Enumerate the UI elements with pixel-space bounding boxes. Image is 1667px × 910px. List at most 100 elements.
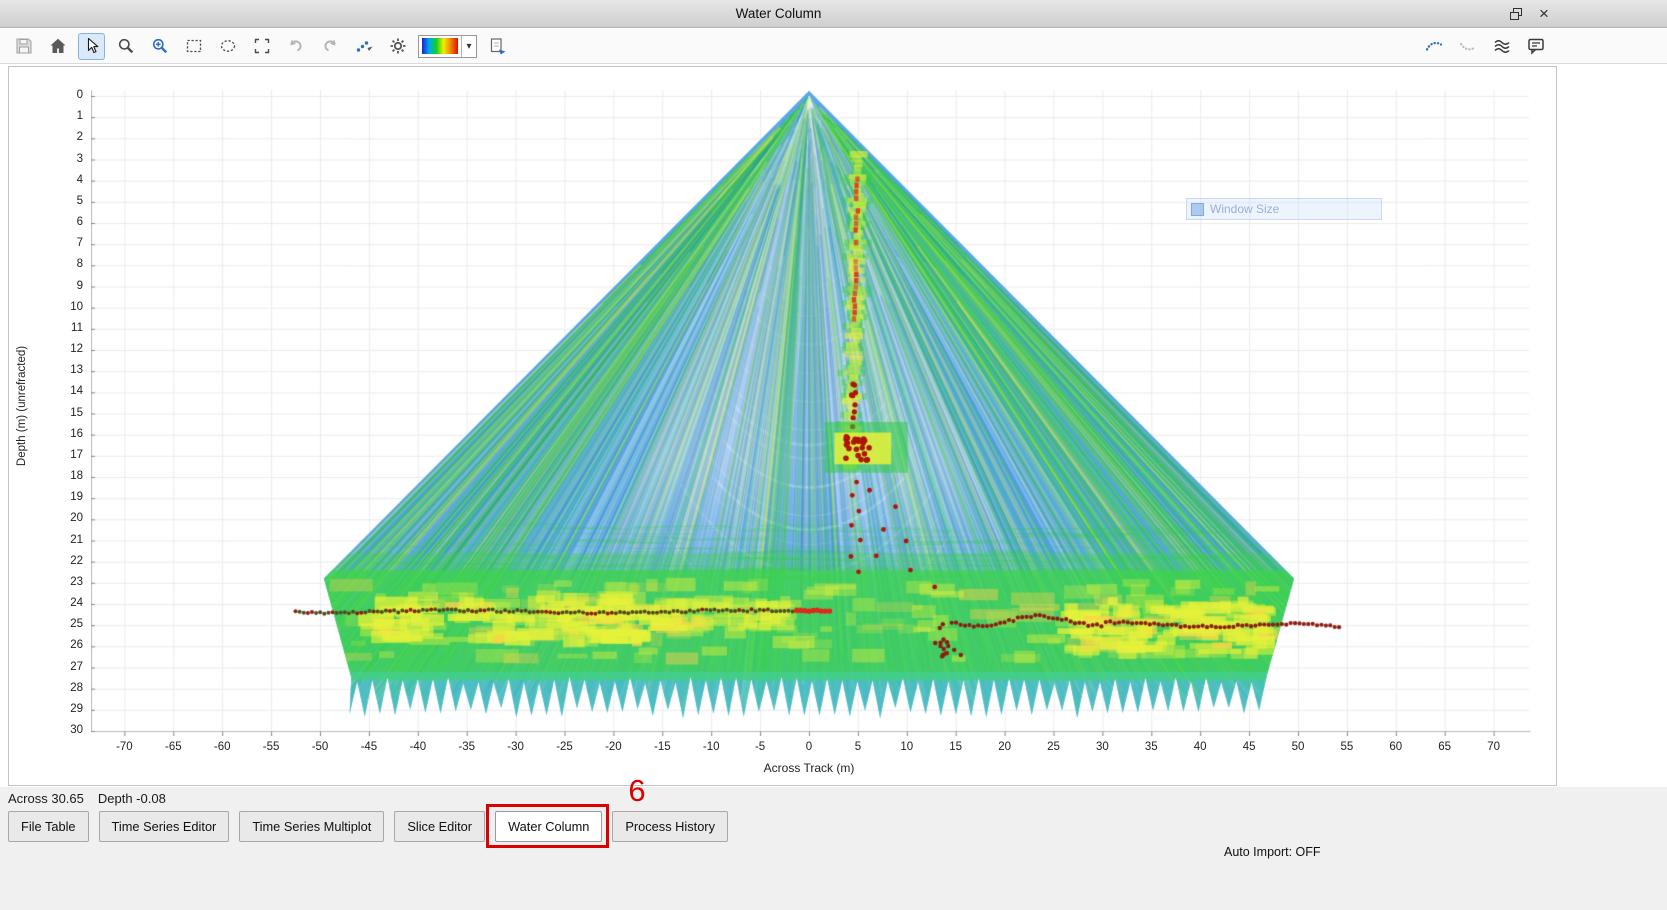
y-tick-label: 5 <box>27 195 83 209</box>
y-tick-label: 3 <box>27 153 83 167</box>
y-tick-label: 13 <box>27 364 83 378</box>
y-tick-label: 14 <box>27 385 83 399</box>
y-tick-label: 18 <box>27 470 83 484</box>
zoom-in-icon <box>150 36 170 56</box>
comment-button[interactable] <box>1522 33 1549 60</box>
x-tick-label: 40 <box>1178 741 1222 753</box>
ping-points-button[interactable] <box>350 33 377 60</box>
x-tick-label: -5 <box>738 741 782 753</box>
y-tick-label: 19 <box>27 491 83 505</box>
y-tick-label: 10 <box>27 301 83 315</box>
y-tick-label: 22 <box>27 555 83 569</box>
zoom-icon <box>116 36 136 56</box>
x-tick-label: 10 <box>885 741 929 753</box>
tab-file-table[interactable]: File Table <box>8 811 89 842</box>
y-tick-label: 9 <box>27 280 83 294</box>
dotted-line-icon <box>1424 36 1444 56</box>
y-tick-label: 16 <box>27 428 83 442</box>
overlay-hint: Window Size <box>1186 198 1382 220</box>
save-button <box>10 33 37 60</box>
chevron-down-icon[interactable]: ▾ <box>461 36 476 57</box>
close-icon[interactable]: × <box>1533 3 1555 24</box>
x-tick-label: -45 <box>347 741 391 753</box>
zoom-button[interactable] <box>112 33 139 60</box>
x-tick-label: 15 <box>934 741 978 753</box>
select-corners-button[interactable] <box>248 33 275 60</box>
cursor-icon <box>82 36 102 56</box>
select-corners-icon <box>252 36 272 56</box>
x-tick-label: -25 <box>543 741 587 753</box>
x-tick-label: 5 <box>836 741 880 753</box>
waves-button[interactable] <box>1488 33 1515 60</box>
undo-button <box>282 33 309 60</box>
y-tick-label: 28 <box>27 682 83 696</box>
save-icon <box>14 36 34 56</box>
tab-time-series-editor[interactable]: Time Series Editor <box>99 811 230 842</box>
tab-process-history[interactable]: Process History <box>612 811 728 842</box>
x-tick-label: 65 <box>1423 741 1467 753</box>
overlay-hint-icon <box>1191 203 1204 216</box>
cursor-button[interactable] <box>78 33 105 60</box>
redo-icon <box>320 36 340 56</box>
x-tick-label: -15 <box>640 741 684 753</box>
y-tick-label: 30 <box>27 724 83 738</box>
select-rect-icon <box>184 36 204 56</box>
y-tick-label: 21 <box>27 534 83 548</box>
x-tick-label: 60 <box>1374 741 1418 753</box>
select-rect-button[interactable] <box>180 33 207 60</box>
export-image-icon <box>488 36 508 56</box>
y-tick-label: 20 <box>27 512 83 526</box>
x-tick-label: 45 <box>1227 741 1271 753</box>
annotation-step-number: 6 <box>628 773 645 809</box>
x-tick-label: 25 <box>1032 741 1076 753</box>
window-controls: × <box>1505 3 1555 24</box>
x-tick-label: 20 <box>983 741 1027 753</box>
x-axis-label: Across Track (m) <box>659 761 959 775</box>
toolbar-right-group <box>1420 33 1549 60</box>
settings-gear-button[interactable] <box>384 33 411 60</box>
x-tick-label: 0 <box>787 741 831 753</box>
ping-points-icon <box>354 36 374 56</box>
y-tick-label: 11 <box>27 322 83 336</box>
annotation-highlight-box <box>486 804 609 848</box>
x-tick-label: -30 <box>494 741 538 753</box>
y-tick-label: 27 <box>27 661 83 675</box>
x-tick-label: 35 <box>1129 741 1173 753</box>
tab-bar: File Table Time Series Editor Time Series … <box>8 811 728 842</box>
undo-icon <box>286 36 306 56</box>
redo-button <box>316 33 343 60</box>
y-tick-label: 24 <box>27 597 83 611</box>
y-tick-label: 7 <box>27 237 83 251</box>
select-lasso-icon <box>218 36 238 56</box>
y-tick-label: 1 <box>27 110 83 124</box>
waves-icon <box>1492 36 1512 56</box>
float-window-icon[interactable] <box>1505 3 1527 24</box>
x-tick-label: -40 <box>396 741 440 753</box>
x-tick-label: -65 <box>151 741 195 753</box>
restore-icon <box>1507 5 1525 23</box>
zoom-in-button[interactable] <box>146 33 173 60</box>
export-image-button[interactable] <box>484 33 511 60</box>
tab-time-series-multiplot[interactable]: Time Series Multiplot <box>239 811 384 842</box>
bottom-panel: Across 30.65 Depth -0.08 File Table Time … <box>0 787 1667 910</box>
home-icon <box>48 36 68 56</box>
status-readout: Across 30.65 Depth -0.08 <box>8 791 166 806</box>
dotted-line-button[interactable] <box>1420 33 1447 60</box>
y-tick-label: 25 <box>27 618 83 632</box>
tab-slice-editor[interactable]: Slice Editor <box>394 811 485 842</box>
select-lasso-button[interactable] <box>214 33 241 60</box>
y-tick-label: 15 <box>27 407 83 421</box>
toolbar-left-group: ▾ <box>10 33 511 60</box>
y-tick-label: 6 <box>27 216 83 230</box>
y-tick-label: 0 <box>27 89 83 103</box>
colormap-dropdown[interactable]: ▾ <box>418 35 477 58</box>
toolbar: ▾ <box>0 29 1667 64</box>
y-tick-label: 26 <box>27 639 83 653</box>
x-tick-label: -20 <box>591 741 635 753</box>
dotted-curve-icon <box>1458 36 1478 56</box>
x-tick-label: 55 <box>1325 741 1369 753</box>
home-button[interactable] <box>44 33 71 60</box>
water-column-canvas[interactable] <box>91 86 1531 736</box>
y-tick-label: 12 <box>27 343 83 357</box>
y-tick-label: 4 <box>27 174 83 188</box>
